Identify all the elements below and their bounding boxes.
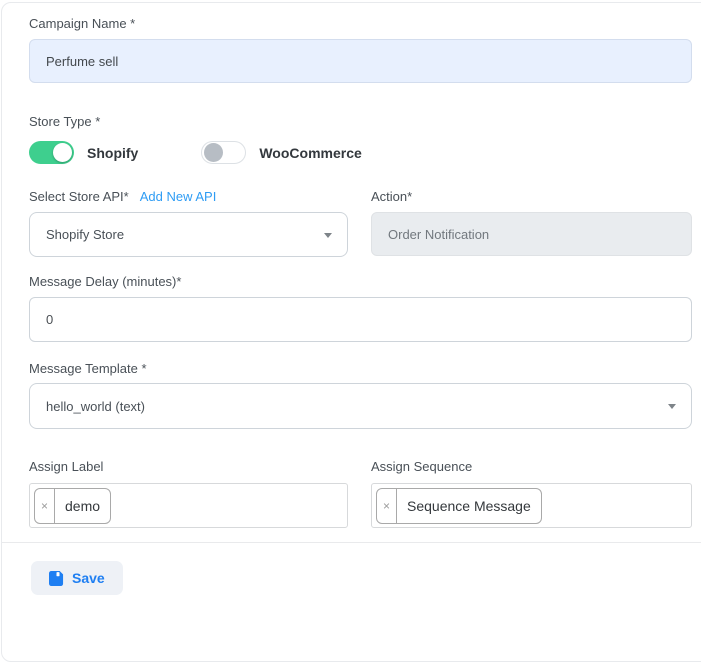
- shopify-toggle-label: Shopify: [87, 145, 138, 161]
- action-group: Action*: [371, 189, 692, 257]
- campaign-name-input[interactable]: [29, 39, 692, 83]
- campaign-form-body: Campaign Name * Store Type * Shopify Woo…: [2, 3, 692, 542]
- store-type-label: Store Type *: [29, 114, 692, 130]
- woocommerce-toggle-label: WooCommerce: [259, 145, 361, 161]
- campaign-form-card: Campaign Name * Store Type * Shopify Woo…: [1, 2, 701, 662]
- store-type-option-shopify: Shopify: [29, 141, 138, 164]
- toggle-knob: [53, 143, 72, 162]
- message-template-label: Message Template *: [29, 361, 692, 377]
- message-template-select[interactable]: hello_world (text): [29, 383, 692, 429]
- message-delay-label: Message Delay (minutes)*: [29, 274, 692, 290]
- store-api-selected-value: Shopify Store: [46, 227, 124, 242]
- assign-sequence-input[interactable]: × Sequence Message: [371, 483, 692, 528]
- assign-sequence-label: Assign Sequence: [371, 459, 692, 475]
- campaign-name-group: Campaign Name *: [29, 16, 692, 83]
- add-new-api-link[interactable]: Add New API: [140, 189, 217, 204]
- woocommerce-toggle[interactable]: [201, 141, 246, 164]
- save-button[interactable]: Save: [31, 561, 123, 595]
- assign-sequence-group: Assign Sequence × Sequence Message: [371, 459, 692, 528]
- assign-label-input[interactable]: × demo: [29, 483, 348, 528]
- save-button-label: Save: [72, 570, 105, 586]
- form-footer: Save: [2, 542, 701, 595]
- store-api-label-row: Select Store API* Add New API: [29, 189, 348, 205]
- tag-label: demo: [55, 489, 110, 523]
- message-delay-group: Message Delay (minutes)*: [29, 274, 692, 342]
- remove-tag-icon[interactable]: ×: [377, 489, 397, 523]
- tag-chip: × demo: [34, 488, 111, 524]
- api-action-row: Select Store API* Add New API Shopify St…: [29, 189, 692, 257]
- message-delay-input[interactable]: [29, 297, 692, 342]
- store-type-group: Store Type * Shopify WooCommerce: [29, 114, 692, 164]
- save-icon: [49, 571, 64, 586]
- campaign-name-label: Campaign Name *: [29, 16, 692, 32]
- assign-label-label: Assign Label: [29, 459, 348, 475]
- chevron-down-icon: [324, 233, 332, 238]
- toggle-knob: [204, 143, 223, 162]
- store-api-label: Select Store API*: [29, 189, 129, 205]
- action-label: Action*: [371, 189, 692, 205]
- action-input: [371, 212, 692, 256]
- tag-label: Sequence Message: [397, 489, 541, 523]
- message-template-group: Message Template * hello_world (text): [29, 361, 692, 429]
- tag-chip: × Sequence Message: [376, 488, 542, 524]
- store-type-option-woocommerce: WooCommerce: [201, 141, 361, 164]
- assign-row: Assign Label × demo Assign Sequence × Se…: [29, 459, 692, 528]
- remove-tag-icon[interactable]: ×: [35, 489, 55, 523]
- store-api-group: Select Store API* Add New API Shopify St…: [29, 189, 348, 257]
- store-api-select[interactable]: Shopify Store: [29, 212, 348, 257]
- message-template-selected-value: hello_world (text): [46, 399, 145, 414]
- shopify-toggle[interactable]: [29, 141, 74, 164]
- assign-label-group: Assign Label × demo: [29, 459, 348, 528]
- chevron-down-icon: [668, 404, 676, 409]
- store-type-toggles: Shopify WooCommerce: [29, 141, 692, 164]
